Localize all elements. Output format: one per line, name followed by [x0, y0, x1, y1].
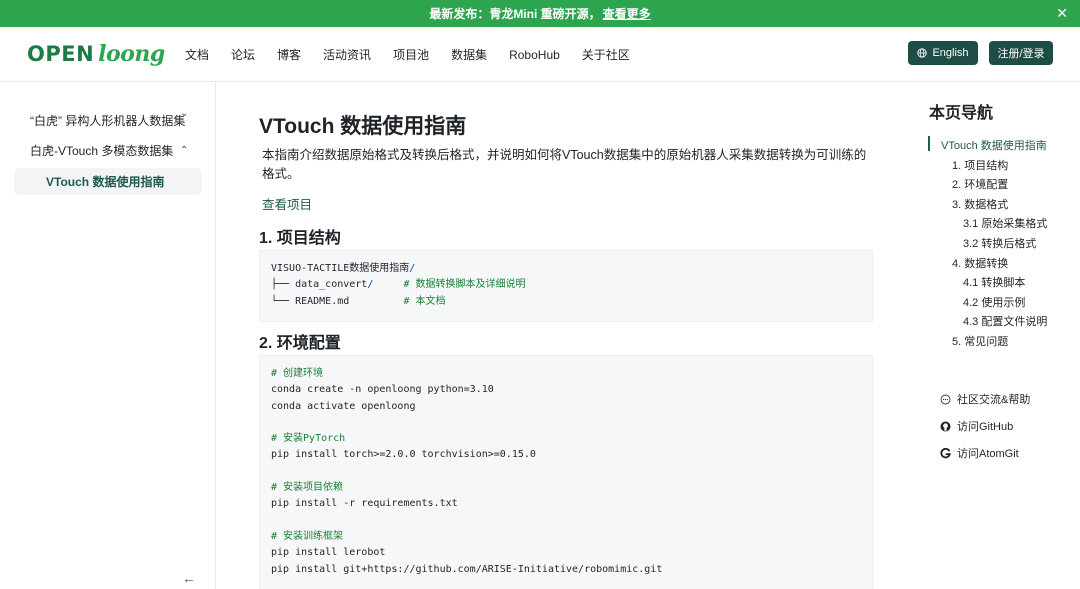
toc-link-label: 社区交流&帮助: [957, 394, 1031, 406]
code-block-environment: # 创建环境 conda create -n openloong python=…: [259, 355, 873, 589]
toc-item[interactable]: 2. 环境配置: [952, 176, 1008, 192]
nav-forum[interactable]: 论坛: [231, 46, 255, 63]
toc-item[interactable]: 4.2 使用示例: [963, 294, 1025, 310]
code-comment-line: # 安装PyTorch: [271, 433, 346, 445]
toc-item[interactable]: VTouch 数据使用指南: [941, 137, 1047, 153]
toc-item[interactable]: 1. 项目结构: [952, 157, 1008, 173]
main-content: VTouch 数据使用指南 本指南介绍数据原始格式及转换后格式，并说明如何将VT…: [216, 82, 906, 589]
collapse-sidebar-icon[interactable]: ←: [182, 570, 196, 586]
nav-blog[interactable]: 博客: [277, 46, 301, 63]
page-title: VTouch 数据使用指南: [259, 115, 467, 138]
banner-link[interactable]: 查看更多: [603, 5, 651, 22]
chevron-up-icon: ⌃: [180, 145, 189, 156]
code-line: pip install -r requirements.txt: [271, 498, 458, 510]
view-project-link[interactable]: 查看项目: [262, 194, 312, 213]
nav-robohub[interactable]: RoboHub: [509, 48, 560, 62]
language-button[interactable]: English: [908, 41, 978, 65]
sidebar-item-baihu-dataset[interactable]: “白虎” 异构人形机器人数据集 ⌄: [30, 108, 188, 129]
chevron-down-icon: ⌄: [180, 108, 189, 119]
logo-open-text: OPEN: [27, 42, 95, 66]
chat-icon: [940, 394, 951, 405]
toc-link-label: 访问AtomGit: [957, 448, 1019, 460]
intro-paragraph: 本指南介绍数据原始格式及转换后格式，并说明如何将VTouch数据集中的原始机器人…: [262, 148, 867, 181]
nav-projects[interactable]: 项目池: [393, 46, 429, 63]
github-link[interactable]: 访问GitHub: [940, 418, 1013, 434]
code-line: └── README.md # 本文档: [271, 295, 446, 307]
toc-title: 本页导航: [929, 105, 994, 122]
sidebar-item-label: 白虎-VTouch 多模态数据集: [30, 144, 174, 158]
sidebar-item-vtouch-guide[interactable]: VTouch 数据使用指南: [14, 168, 202, 195]
close-icon[interactable]: ✕: [1056, 5, 1068, 22]
page-toc: 本页导航 VTouch 数据使用指南 1. 项目结构 2. 环境配置 3. 数据格式 3…: [906, 82, 1080, 589]
code-line: pip install torch>=2.0.0 torchvision>=0.…: [271, 449, 536, 461]
code-comment-line: # 创建环境: [271, 368, 324, 379]
nav-events[interactable]: 活动资讯: [323, 46, 371, 63]
globe-icon: [917, 48, 928, 58]
login-button[interactable]: 注册/登录: [989, 41, 1053, 65]
code-line: conda create -n openloong python=3.10: [271, 384, 494, 396]
logo-loong-text: loong: [98, 41, 165, 67]
code-comment-line: # 安装训练框架: [271, 530, 344, 542]
toc-item[interactable]: 4. 数据转换: [952, 255, 1008, 271]
code-line: pip install git+https://github.com/ARISE…: [271, 563, 663, 575]
openloong-logo[interactable]: OPEN loong: [27, 39, 165, 69]
nav-datasets[interactable]: 数据集: [451, 46, 487, 63]
toc-item[interactable]: 3. 数据格式: [952, 196, 1008, 212]
code-line: ├── data_convert/ # 数据转换脚本及详细说明: [271, 279, 526, 291]
code-line: conda activate openloong: [271, 400, 416, 412]
top-header: OPEN loong 文档 论坛 博客 活动资讯 项目池 数据集 RoboHub…: [0, 27, 1080, 82]
language-label: English: [932, 47, 969, 59]
code-block-structure: VISUO-TACTILE数据使用指南/ ├── data_convert/ #…: [259, 250, 873, 322]
nav-about[interactable]: 关于社区: [582, 46, 630, 63]
sidebar-item-label: “白虎” 异构人形机器人数据集: [30, 114, 186, 128]
toc-link-label: 访问GitHub: [957, 421, 1014, 433]
nav-docs[interactable]: 文档: [185, 46, 209, 63]
banner-text: 最新发布：青龙Mini 重磅开源，: [429, 7, 601, 21]
toc-item[interactable]: 3.2 转换后格式: [963, 235, 1036, 251]
code-line: pip install lerobot: [271, 547, 386, 559]
toc-item[interactable]: 3.1 原始采集格式: [963, 215, 1047, 231]
toc-item[interactable]: 5. 常见问题: [952, 333, 1008, 349]
toc-item[interactable]: 4.3 配置文件说明: [963, 313, 1047, 329]
code-line: VISUO-TACTILE数据使用指南/: [271, 263, 416, 274]
left-sidebar: “白虎” 异构人形机器人数据集 ⌄ 白虎-VTouch 多模态数据集 ⌃ VTo…: [0, 82, 216, 589]
main-nav: 文档 论坛 博客 活动资讯 项目池 数据集 RoboHub 关于社区: [185, 27, 652, 82]
code-comment-line: # 安装项目依赖: [271, 482, 344, 494]
community-help-link[interactable]: 社区交流&帮助: [940, 391, 1030, 407]
toc-active-indicator: [928, 136, 930, 151]
announcement-banner: 最新发布：青龙Mini 重磅开源， 查看更多 ✕: [0, 0, 1080, 27]
sidebar-item-vtouch-dataset[interactable]: 白虎-VTouch 多模态数据集 ⌃: [30, 142, 188, 159]
github-icon: [940, 421, 951, 432]
section-environment: 2. 环境配置: [259, 335, 341, 352]
toc-item[interactable]: 4.1 转换脚本: [963, 274, 1025, 290]
section-project-structure: 1. 项目结构: [259, 230, 341, 247]
atomgit-icon: [940, 447, 951, 459]
atomgit-link[interactable]: 访问AtomGit: [940, 445, 1019, 461]
